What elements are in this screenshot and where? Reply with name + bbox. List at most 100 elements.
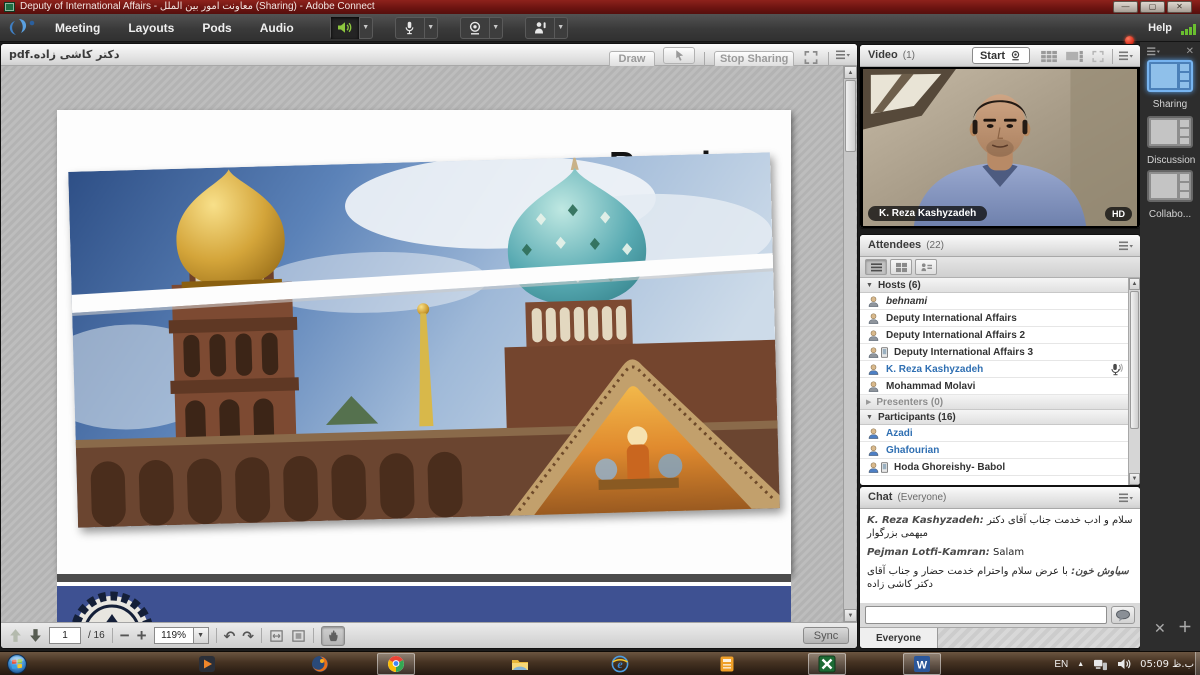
next-page-button[interactable] [29,628,42,643]
chrome-taskbar-icon[interactable] [377,653,415,675]
scroll-down-icon[interactable]: ▼ [1129,473,1140,485]
attendee-row[interactable]: Ghafourian [860,442,1128,459]
share-scrollbar[interactable]: ▲ ▼ [843,66,856,622]
show-desktop-button[interactable] [1195,652,1200,675]
video-fullscreen-button[interactable] [1091,50,1105,66]
layout-item-sharing[interactable]: Sharing [1147,60,1193,110]
attendees-pod-menu-button[interactable] [1118,240,1135,253]
close-button[interactable]: ✕ [1167,1,1192,13]
volume-icon[interactable] [1117,658,1131,670]
attendee-name: Hoda Ghoreishy- Babol [894,462,1005,473]
scrollbar-thumb[interactable] [1130,291,1139,429]
attendee-grid-view-button[interactable] [890,259,912,275]
attendee-group-header[interactable]: ▶Presenters (0) [860,395,1128,410]
app-orange-taskbar-icon[interactable] [708,653,746,675]
attendee-row[interactable]: K. Reza Kashyzadeh [860,361,1128,378]
shared-document-area[interactable]: Russia [1,66,857,622]
zoom-in-button[interactable]: + [137,629,147,643]
redo-button[interactable]: ↷ [242,629,254,643]
attendee-row[interactable]: behnami [860,293,1128,310]
scroll-up-icon[interactable]: ▲ [844,66,857,79]
webcam-button[interactable] [461,17,489,39]
chat-pod-menu-button[interactable] [1118,492,1135,505]
raise-hand-button[interactable] [526,17,554,39]
network-icon[interactable] [1093,658,1108,671]
video-pod-menu-button[interactable] [1118,50,1135,63]
attendee-name: Azadi [886,428,913,439]
firefox-taskbar-icon[interactable] [301,653,339,675]
attendees-scrollbar[interactable]: ▲ ▼ [1128,278,1140,485]
everyone-tab[interactable]: Everyone [860,628,938,648]
window-titlebar: Deputy of International Affairs - معاونت… [0,0,1200,14]
webcam-dropdown-arrow[interactable]: ▼ [489,17,502,39]
attendee-row[interactable]: Mohammad Molavi [860,378,1128,395]
attendee-group-header[interactable]: ▼Hosts (6) [860,278,1128,293]
sync-button[interactable]: Sync [803,627,849,644]
pan-tool-button[interactable] [321,626,345,646]
start-webcam-button[interactable]: Start [972,47,1030,64]
share-pod-menu-button[interactable] [835,49,852,62]
stop-sharing-button[interactable]: Stop Sharing [714,51,794,68]
attendee-list: ▼Hosts (6)behnamiDeputy International Af… [860,278,1128,485]
attendee-row[interactable]: Deputy International Affairs 2 [860,327,1128,344]
speaker-button[interactable] [331,17,359,39]
language-indicator[interactable]: EN [1054,659,1068,670]
attendee-row[interactable]: Deputy International Affairs [860,310,1128,327]
layout-bar-menu-button[interactable] [1146,46,1161,60]
clock[interactable]: 05:09 ب.ظ [1140,659,1194,670]
microphone-dropdown-arrow[interactable]: ▼ [424,17,437,39]
fit-width-button[interactable] [269,629,284,643]
minimize-button[interactable]: — [1113,1,1138,13]
attendee-row[interactable]: Deputy International Affairs 3 [860,344,1128,361]
layout-thumbnail-icon [1147,189,1193,206]
scroll-up-icon[interactable]: ▲ [1129,278,1140,290]
ie-taskbar-icon[interactable]: e [601,653,639,675]
layout-item-collabo[interactable]: Collabo... [1147,170,1193,220]
fit-page-button[interactable] [291,629,306,643]
draw-button[interactable]: Draw [609,51,655,68]
zoom-out-button[interactable]: − [120,629,130,643]
chat-text: Salam [993,547,1024,558]
word-taskbar-icon[interactable]: W [903,653,941,675]
scrollbar-thumb[interactable] [845,80,856,152]
webcam-control: ▼ [460,17,503,39]
layout-thumbnail-icon [1147,135,1193,152]
attendee-row[interactable]: Azadi [860,425,1128,442]
menu-audio[interactable]: Audio [246,14,308,42]
chat-message: سیاوش خون: با عرض سلام واحترام خدمت حضار… [867,565,1133,591]
maximize-button[interactable]: ▢ [1140,1,1165,13]
explorer-taskbar-icon[interactable] [501,653,539,675]
add-layout-button[interactable]: ＋ [1178,617,1192,637]
speaker-dropdown-arrow[interactable]: ▼ [359,17,372,39]
undo-button[interactable]: ↶ [224,629,236,643]
menu-layouts[interactable]: Layouts [114,14,188,42]
zoom-level-select[interactable]: 119% ▼ [154,627,209,644]
filmstrip-view-button[interactable] [1065,50,1084,66]
zoom-dropdown-icon[interactable]: ▼ [194,627,209,644]
connect-taskbar-icon[interactable] [808,653,846,675]
menu-help[interactable]: Help [1148,14,1172,42]
raise-hand-dropdown-arrow[interactable]: ▼ [554,17,567,39]
previous-page-button[interactable] [9,628,22,643]
page-number-input[interactable] [49,627,81,644]
scroll-down-icon[interactable]: ▼ [844,609,857,622]
pointer-button[interactable] [663,47,695,64]
attendee-list-view-button[interactable] [865,259,887,275]
delete-layout-button[interactable]: ✕ [1154,620,1166,637]
attendee-group-header[interactable]: ▼Participants (16) [860,410,1128,425]
grid-view-button[interactable] [1040,50,1059,66]
start-button[interactable] [2,653,32,675]
attendee-status-view-button[interactable] [915,259,937,275]
tray-expand-icon[interactable]: ▲ [1077,661,1084,668]
attendee-row[interactable]: Hoda Ghoreishy- Babol [860,459,1128,476]
menu-pods[interactable]: Pods [188,14,245,42]
attendee-group-label: Presenters (0) [876,397,943,408]
slide-photo [68,152,780,527]
chat-input[interactable] [865,606,1107,624]
mpc-taskbar-icon[interactable] [188,653,226,675]
layout-bar-close-icon[interactable]: ✕ [1186,46,1194,57]
microphone-button[interactable] [396,17,424,39]
menu-meeting[interactable]: Meeting [41,14,114,42]
layout-item-discussion[interactable]: Discussion [1147,116,1193,166]
send-message-button[interactable] [1111,606,1135,624]
